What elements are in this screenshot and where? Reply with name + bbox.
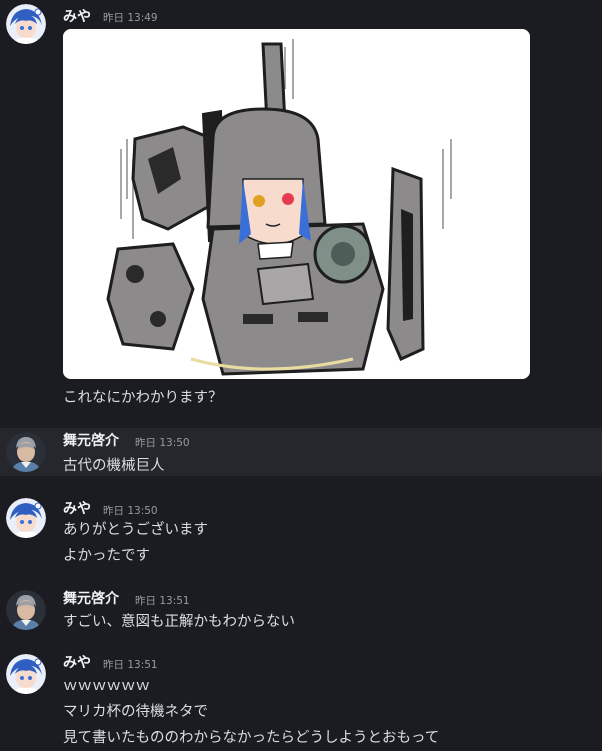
message-text: ｗｗｗｗｗｗ: [63, 678, 150, 694]
miya-avatar-icon: [6, 4, 46, 44]
maimoto-avatar-icon: [6, 432, 46, 472]
avatar[interactable]: [6, 4, 46, 44]
message-group: みや 昨日 13:51 ｗｗｗｗｗｗ マリカ杯の待機ネタで 見て書いたもののわか…: [0, 650, 602, 751]
message-timestamp: 昨日 13:50: [103, 505, 158, 517]
avatar[interactable]: [6, 432, 46, 472]
message-group: みや 昨日 13:50 ありがとうございます よかったです: [0, 494, 602, 574]
avatar[interactable]: [6, 498, 46, 538]
miya-avatar-icon: [6, 498, 46, 538]
message-timestamp: 昨日 13:49: [103, 12, 158, 24]
miya-avatar-icon: [6, 654, 46, 694]
message-timestamp: 昨日 13:50: [135, 437, 190, 449]
message-text: よかったです: [63, 548, 150, 564]
message-text: 見て書いたもののわからなかったらどうしようとおもって: [63, 730, 440, 746]
avatar[interactable]: [6, 654, 46, 694]
message-author[interactable]: みや: [63, 652, 91, 672]
message-timestamp: 昨日 13:51: [103, 659, 158, 671]
message-text: すごい、意図も正解かもわからない: [63, 614, 295, 630]
message-author[interactable]: みや: [63, 498, 91, 518]
message-text: これなにかわかります？: [63, 390, 223, 406]
message-group: 舞元啓介 昨日 13:50 古代の機械巨人: [0, 428, 602, 476]
avatar[interactable]: [6, 590, 46, 630]
message-group: 舞元啓介 昨日 13:51 すごい、意図も正解かもわからない: [0, 586, 602, 636]
message-image-attachment[interactable]: [63, 29, 530, 379]
chat-message-list: みや 昨日 13:49 これなにかわかります？ 舞元啓介 昨日 13:50 古代…: [0, 0, 602, 751]
message-text: 古代の機械巨人: [63, 458, 165, 474]
message-author[interactable]: 舞元啓介: [63, 430, 119, 450]
maimoto-avatar-icon: [6, 590, 46, 630]
message-author[interactable]: みや: [63, 6, 91, 26]
message-text: マリカ杯の待機ネタで: [63, 704, 208, 720]
message-group: みや 昨日 13:49 これなにかわかります？: [0, 0, 602, 420]
mecha-girl-illustration: [63, 29, 530, 379]
message-text: ありがとうございます: [63, 522, 208, 538]
message-author[interactable]: 舞元啓介: [63, 588, 119, 608]
message-timestamp: 昨日 13:51: [135, 595, 190, 607]
